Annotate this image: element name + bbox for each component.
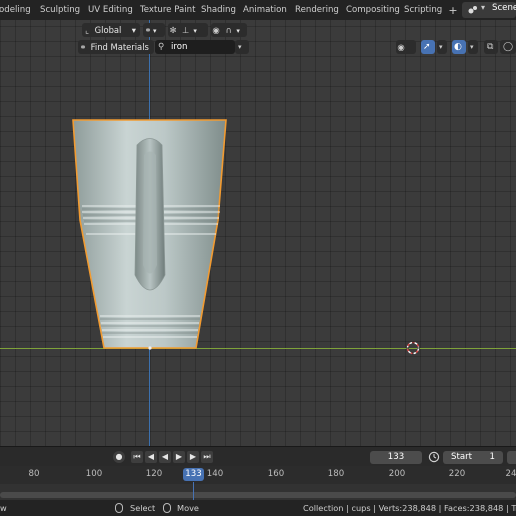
jump-start-icon: ⏮	[133, 452, 141, 461]
mouse-middle-icon	[163, 503, 171, 513]
tab-modeling[interactable]: odeling	[0, 2, 36, 19]
workspace-tab-bar: odeling Sculpting UV Editing Texture Pai…	[0, 0, 516, 20]
scene-statistics: Collection | cups | Verts:238,848 | Face…	[303, 503, 516, 513]
keyframe-forward-icon: ▶	[189, 452, 197, 461]
add-workspace-button[interactable]: +	[447, 2, 459, 19]
start-label: Start	[451, 452, 472, 462]
tab-compositing[interactable]: Compositing	[341, 2, 405, 19]
frame-tick-label: 24	[505, 469, 516, 479]
start-frame-field[interactable]: Start 1	[443, 451, 503, 464]
timeline-scrollbar[interactable]	[0, 492, 516, 498]
scene-icon	[468, 6, 477, 14]
chevron-down-icon: ▾	[481, 3, 486, 12]
frame-tick-label: 80	[28, 469, 40, 479]
cup-object[interactable]	[0, 20, 516, 446]
record-icon: ●	[115, 452, 123, 461]
play-reverse-button[interactable]: ◀	[159, 451, 171, 463]
status-bar: w Select Move Collection | cups | Verts:…	[0, 500, 516, 516]
clock-icon[interactable]	[428, 451, 440, 463]
frame-tick-label: 140	[206, 469, 224, 479]
tab-texture-paint[interactable]: Texture Paint	[135, 2, 200, 19]
frame-tick-label: 120	[145, 469, 163, 479]
current-frame-field[interactable]: 133	[370, 451, 422, 464]
mouse-left-icon	[115, 503, 123, 513]
play-reverse-icon: ◀	[161, 452, 169, 461]
scene-name: Scene	[492, 3, 516, 13]
frame-tick-label: 180	[327, 469, 345, 479]
frame-tick-label: 160	[267, 469, 285, 479]
jump-start-button[interactable]: ⏮	[131, 451, 143, 463]
frame-tick-label: 200	[388, 469, 406, 479]
3d-viewport[interactable]: ⌞ Global ▾ ⚭▾ ✻ ⊥ ▾ ◉ ∩ ▾ ⚭ Find Materia…	[0, 20, 516, 446]
tab-rendering[interactable]: Rendering	[290, 2, 344, 19]
tab-animation[interactable]: Animation	[238, 2, 292, 19]
frame-tick-label: 220	[448, 469, 466, 479]
tab-shading[interactable]: Shading	[196, 2, 241, 19]
3d-cursor-icon[interactable]	[406, 341, 420, 355]
timeline-ruler[interactable]: 80 100 120 133 140 160 180 200 220 24	[0, 466, 516, 484]
playhead-frame-indicator[interactable]: 133	[183, 468, 204, 481]
scene-selector[interactable]: ▾ Scene	[462, 2, 516, 18]
start-value: 1	[489, 452, 495, 462]
jump-keyframe-forward-button[interactable]: ▶	[187, 451, 199, 463]
tab-scripting[interactable]: Scripting	[399, 2, 447, 19]
end-frame-field[interactable]	[507, 451, 516, 464]
status-left-text: w	[0, 503, 7, 513]
auto-keying-button[interactable]: ●	[113, 451, 125, 463]
frame-tick-label: 100	[85, 469, 103, 479]
select-hint: Select	[130, 503, 156, 513]
jump-end-button[interactable]: ⏭	[201, 451, 213, 463]
move-hint: Move	[177, 503, 199, 513]
tab-sculpting[interactable]: Sculpting	[35, 2, 85, 19]
tab-uv-editing[interactable]: UV Editing	[83, 2, 138, 19]
play-icon: ▶	[175, 452, 183, 461]
keyframe-back-icon: ◀	[147, 452, 155, 461]
playhead-line	[193, 482, 194, 500]
jump-keyframe-back-button[interactable]: ◀	[145, 451, 157, 463]
timeline-header: ● ⏮ ◀ ◀ ▶ ▶ ⏭ 133 Start 1	[0, 446, 516, 467]
jump-end-icon: ⏭	[203, 452, 211, 461]
play-button[interactable]: ▶	[173, 451, 185, 463]
